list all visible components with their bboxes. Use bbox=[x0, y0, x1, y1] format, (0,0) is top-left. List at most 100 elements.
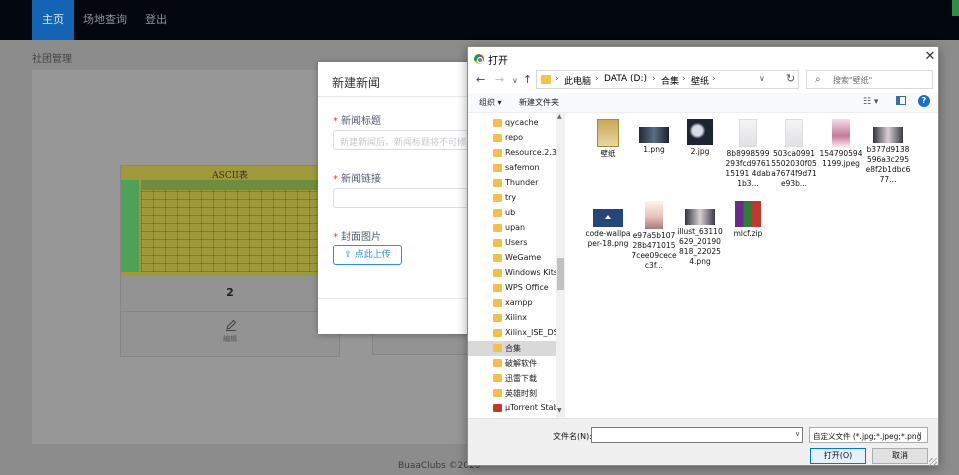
chevron-down-icon[interactable]: ∨ bbox=[795, 430, 800, 438]
chevron-down-icon[interactable]: ∨ bbox=[759, 74, 765, 83]
archive-icon bbox=[735, 201, 761, 227]
tree-item[interactable]: 英雄时刻 bbox=[468, 386, 556, 401]
status-indicator bbox=[952, 0, 959, 16]
tree-scrollbar[interactable]: ▲ ▼ bbox=[556, 113, 565, 418]
chevron-down-icon[interactable]: ∨ bbox=[917, 430, 922, 438]
news-cover-image: ASCII表 bbox=[121, 166, 339, 276]
tree-item[interactable]: Windows Kits bbox=[468, 266, 558, 281]
preview-pane-icon[interactable] bbox=[896, 96, 906, 105]
divider bbox=[318, 298, 473, 299]
forward-arrow-icon[interactable]: → bbox=[495, 73, 504, 86]
breadcrumb-wallpaper[interactable]: 壁纸 bbox=[691, 74, 709, 87]
upload-button[interactable]: ⇪ 点此上传 bbox=[333, 245, 402, 265]
resize-grip[interactable] bbox=[929, 458, 937, 466]
file-item[interactable]: b377d9138596a3c295e8f2b1dbc677... bbox=[865, 119, 911, 185]
filename-input[interactable] bbox=[591, 427, 803, 443]
breadcrumb-drive-d[interactable]: DATA (D:) bbox=[604, 74, 647, 84]
folder-icon bbox=[493, 209, 502, 217]
chevron-right-icon[interactable]: › bbox=[682, 74, 686, 84]
tree-item[interactable]: µTorrent Stab bbox=[468, 401, 559, 416]
scrollbar-thumb[interactable] bbox=[557, 258, 564, 290]
required-mark: * bbox=[333, 116, 338, 127]
chevron-right-icon[interactable]: › bbox=[652, 74, 656, 84]
tree-item-label: 合集 bbox=[505, 344, 521, 353]
file-name: b377d9138596a3c295e8f2b1dbc677... bbox=[865, 145, 911, 184]
file-item[interactable]: mlcf.zip bbox=[725, 201, 771, 239]
tree-item-label: Xilinx bbox=[505, 313, 527, 322]
file-item[interactable]: e97a5b10728b4710157cee09cecec3f... bbox=[631, 201, 677, 271]
folder-icon bbox=[493, 284, 502, 292]
up-arrow-icon[interactable]: ↑ bbox=[523, 73, 532, 86]
breadcrumb-collection[interactable]: 合集 bbox=[661, 74, 679, 87]
file-item[interactable]: 1.png bbox=[631, 119, 677, 155]
tree-item[interactable]: Thunder bbox=[468, 176, 556, 191]
cover-image-sidebar bbox=[121, 180, 139, 272]
tree-item[interactable]: try bbox=[468, 191, 556, 206]
view-options-icon[interactable]: ☷ ▾ bbox=[863, 97, 878, 107]
file-item[interactable]: code-wallpaper-18.png bbox=[585, 201, 631, 249]
cancel-button[interactable]: 取消 bbox=[872, 448, 928, 464]
folder-icon bbox=[493, 269, 502, 277]
tree-item[interactable]: 破解软件 bbox=[468, 356, 556, 371]
refresh-icon[interactable]: ↻ bbox=[786, 72, 795, 85]
file-item[interactable]: 壁纸 bbox=[585, 119, 631, 159]
nav-venue-query[interactable]: 场地查询 bbox=[80, 0, 130, 40]
tree-item[interactable]: 迅雷下载 bbox=[468, 371, 556, 386]
folder-icon bbox=[493, 134, 502, 142]
nav-logout[interactable]: 登出 bbox=[140, 0, 172, 40]
folder-icon bbox=[493, 164, 502, 172]
dialog-title: 打开 bbox=[488, 56, 508, 67]
tree-item[interactable]: qycache bbox=[468, 116, 556, 131]
back-arrow-icon[interactable]: ← bbox=[476, 73, 485, 86]
chevron-right-icon[interactable]: › bbox=[712, 74, 716, 84]
recent-locations-icon[interactable]: ∨ bbox=[512, 76, 518, 85]
file-item[interactable]: 503ca09915502030f05a7674f9d71e93b... bbox=[771, 119, 817, 189]
file-item[interactable]: 2.jpg bbox=[677, 119, 723, 157]
scroll-down-icon[interactable]: ▼ bbox=[557, 407, 562, 414]
chevron-right-icon[interactable]: › bbox=[555, 74, 559, 84]
new-folder-button[interactable]: 新建文件夹 bbox=[519, 97, 559, 108]
image-icon bbox=[739, 119, 757, 147]
tree-item[interactable]: Xilinx bbox=[468, 311, 556, 326]
tree-item[interactable]: WeGame bbox=[468, 251, 556, 266]
tree-item[interactable]: safemon bbox=[468, 161, 556, 176]
folder-icon bbox=[493, 194, 502, 202]
edit-label[interactable]: 编辑 bbox=[121, 334, 339, 344]
breadcrumb-this-pc[interactable]: 此电脑 bbox=[564, 74, 591, 87]
file-name: 2.jpg bbox=[690, 147, 710, 156]
tree-item[interactable]: repo bbox=[468, 131, 556, 146]
tree-item[interactable]: WPS Office bbox=[468, 281, 556, 296]
tree-item[interactable]: Resource.2.3. bbox=[468, 146, 560, 161]
help-icon[interactable]: ? bbox=[918, 95, 930, 107]
tree-item[interactable]: Xilinx_ISE_DS_ bbox=[468, 326, 563, 341]
news-title-input[interactable]: 新建新闻后，新闻标题将不可修改 bbox=[333, 130, 473, 150]
tree-item-label: 英雄时刻 bbox=[505, 389, 537, 398]
tree-item[interactable]: xampp bbox=[468, 296, 556, 311]
organize-button[interactable]: 组织 ▾ bbox=[479, 97, 502, 108]
folder-icon bbox=[597, 119, 619, 147]
required-mark: * bbox=[333, 232, 338, 243]
upload-button-label: 点此上传 bbox=[354, 250, 391, 260]
open-button[interactable]: 打开(O) bbox=[810, 448, 866, 464]
tree-item[interactable]: upan bbox=[468, 221, 556, 236]
file-item[interactable]: illust_63110629_20190818_220254.png bbox=[677, 201, 723, 267]
file-item[interactable]: 1547905941199.jpeg bbox=[818, 119, 864, 169]
chevron-right-icon[interactable]: › bbox=[595, 74, 599, 84]
tree-item-label: repo bbox=[505, 133, 524, 142]
news-card[interactable]: ASCII表 2 编辑 bbox=[120, 165, 340, 357]
image-icon bbox=[639, 127, 669, 143]
search-box[interactable]: ⌕ 搜索"壁纸" bbox=[806, 70, 933, 89]
close-icon[interactable]: ✕ bbox=[922, 49, 938, 64]
file-item[interactable]: 8b8998599293fcd976115191 4dab1b3... bbox=[725, 119, 771, 189]
cover-image-label-text: 封面图片 bbox=[341, 232, 381, 243]
edit-icon[interactable] bbox=[224, 318, 238, 332]
tree-item[interactable]: Users bbox=[468, 236, 556, 251]
nav-home[interactable]: 主页 bbox=[32, 0, 74, 40]
address-bar[interactable]: › 此电脑 › DATA (D:) › 合集 › 壁纸 › ∨ bbox=[536, 70, 799, 89]
filetype-select[interactable]: 自定义文件 (*.jpg;*.jpeg;*.png bbox=[809, 427, 928, 443]
scroll-up-icon[interactable]: ▲ bbox=[557, 113, 562, 120]
tree-item[interactable]: 合集 bbox=[468, 341, 556, 356]
news-link-input[interactable] bbox=[333, 188, 473, 208]
tree-item[interactable]: ub bbox=[468, 206, 556, 221]
tree-item-label: Xilinx_ISE_DS_ bbox=[505, 328, 563, 337]
